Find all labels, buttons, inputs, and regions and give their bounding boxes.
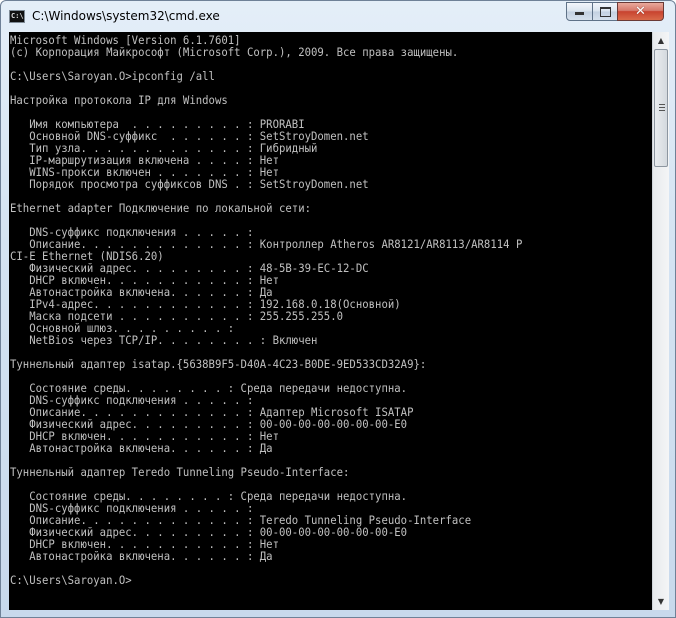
console-lines: Microsoft Windows [Version 6.1.7601] (с) … [9, 32, 652, 586]
minimize-button[interactable] [566, 2, 593, 21]
vertical-scrollbar[interactable]: ▲ ▼ [652, 32, 669, 610]
close-icon: ✕ [635, 4, 646, 19]
scroll-thumb[interactable] [654, 49, 668, 167]
app-icon-label: C:\ [11, 12, 24, 20]
console-line: C:\Users\Saroyan.O> [10, 573, 132, 587]
title-bar[interactable]: C:\ C:\Windows\system32\cmd.exe ✕ [1, 1, 675, 32]
scroll-down-arrow-icon[interactable]: ▼ [653, 593, 669, 610]
maximize-button[interactable] [592, 2, 618, 21]
cmd-window: C:\ C:\Windows\system32\cmd.exe ✕ Micros… [0, 0, 676, 618]
console-line: Настройка протокола IP для Windows [10, 93, 228, 107]
maximize-icon [599, 7, 611, 17]
console-output[interactable]: Microsoft Windows [Version 6.1.7601] (с) … [9, 32, 652, 610]
console-line: NetBios через TCP/IP. . . . . . . . : Вк… [10, 333, 318, 347]
cmd-app-icon[interactable]: C:\ [9, 10, 25, 23]
console-line: C:\Users\Saroyan.O>ipconfig /all [10, 69, 215, 83]
console-line: Порядок просмотра суффиксов DNS . : SetS… [10, 177, 369, 191]
minimize-icon [575, 12, 584, 15]
console-line: Ethernet adapter Подключение по локально… [10, 201, 312, 215]
console-line: Туннельный адаптер Teredo Tunneling Pseu… [10, 465, 350, 479]
thumb-grip-line [659, 104, 665, 105]
thumb-grip-line [659, 110, 665, 111]
scroll-up-arrow-icon[interactable]: ▲ [653, 32, 669, 49]
console-line: Туннельный адаптер isatap.{5638B9F5-D40A… [10, 357, 427, 371]
console-line: Автонастройка включена. . . . . . : Да [10, 441, 273, 455]
window-title: C:\Windows\system32\cmd.exe [32, 9, 220, 23]
thumb-grip-line [659, 107, 665, 108]
console-line: Автонастройка включена. . . . . . : Да [10, 549, 273, 563]
console-line: (с) Корпорация Майкрософт (Microsoft Cor… [10, 45, 459, 59]
close-button[interactable]: ✕ [617, 2, 664, 21]
